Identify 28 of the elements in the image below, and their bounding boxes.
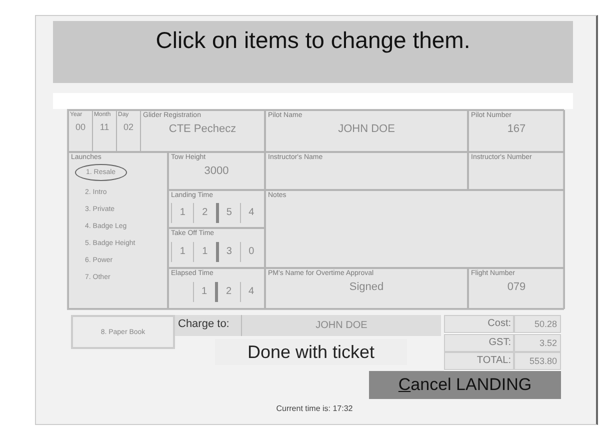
time-digit[interactable]: 1: [171, 202, 194, 222]
total-value: 553.80: [514, 352, 561, 370]
field-value: 3000: [203, 165, 230, 177]
time-digit[interactable]: 4: [240, 202, 262, 222]
time-digit[interactable]: 4: [240, 282, 262, 302]
total-label: Cost:: [444, 315, 514, 333]
total-value: 3.52: [514, 334, 561, 352]
time-digit[interactable]: 1: [171, 242, 194, 262]
time-digit[interactable]: 1: [193, 242, 216, 262]
time-digit[interactable]: 5: [216, 202, 240, 222]
charge-label: Charge to:: [175, 315, 241, 336]
time-digit[interactable]: 1: [192, 282, 215, 302]
total-value: 50.28: [514, 315, 561, 333]
charge-field[interactable]: JOHN DOE: [241, 315, 441, 336]
time-digit[interactable]: 2: [215, 282, 240, 302]
field-value: Signed: [348, 281, 385, 293]
field-value: JOHN DOE: [337, 123, 396, 135]
field-value: 079: [506, 281, 527, 293]
done-button[interactable]: Done with ticket: [215, 339, 407, 365]
total-label: TOTAL:: [444, 352, 514, 370]
time-digit[interactable]: 3: [216, 242, 240, 262]
total-label: GST:: [444, 334, 514, 352]
time-digit[interactable]: 2: [193, 202, 216, 222]
time-digit[interactable]: 0: [240, 242, 262, 262]
field-value: 167: [506, 123, 527, 135]
status-text: Current time is: 17:32: [276, 404, 353, 413]
cancel-button[interactable]: Cancel LANDING: [369, 371, 561, 399]
banner-title: Click on items to change them.: [156, 27, 470, 54]
